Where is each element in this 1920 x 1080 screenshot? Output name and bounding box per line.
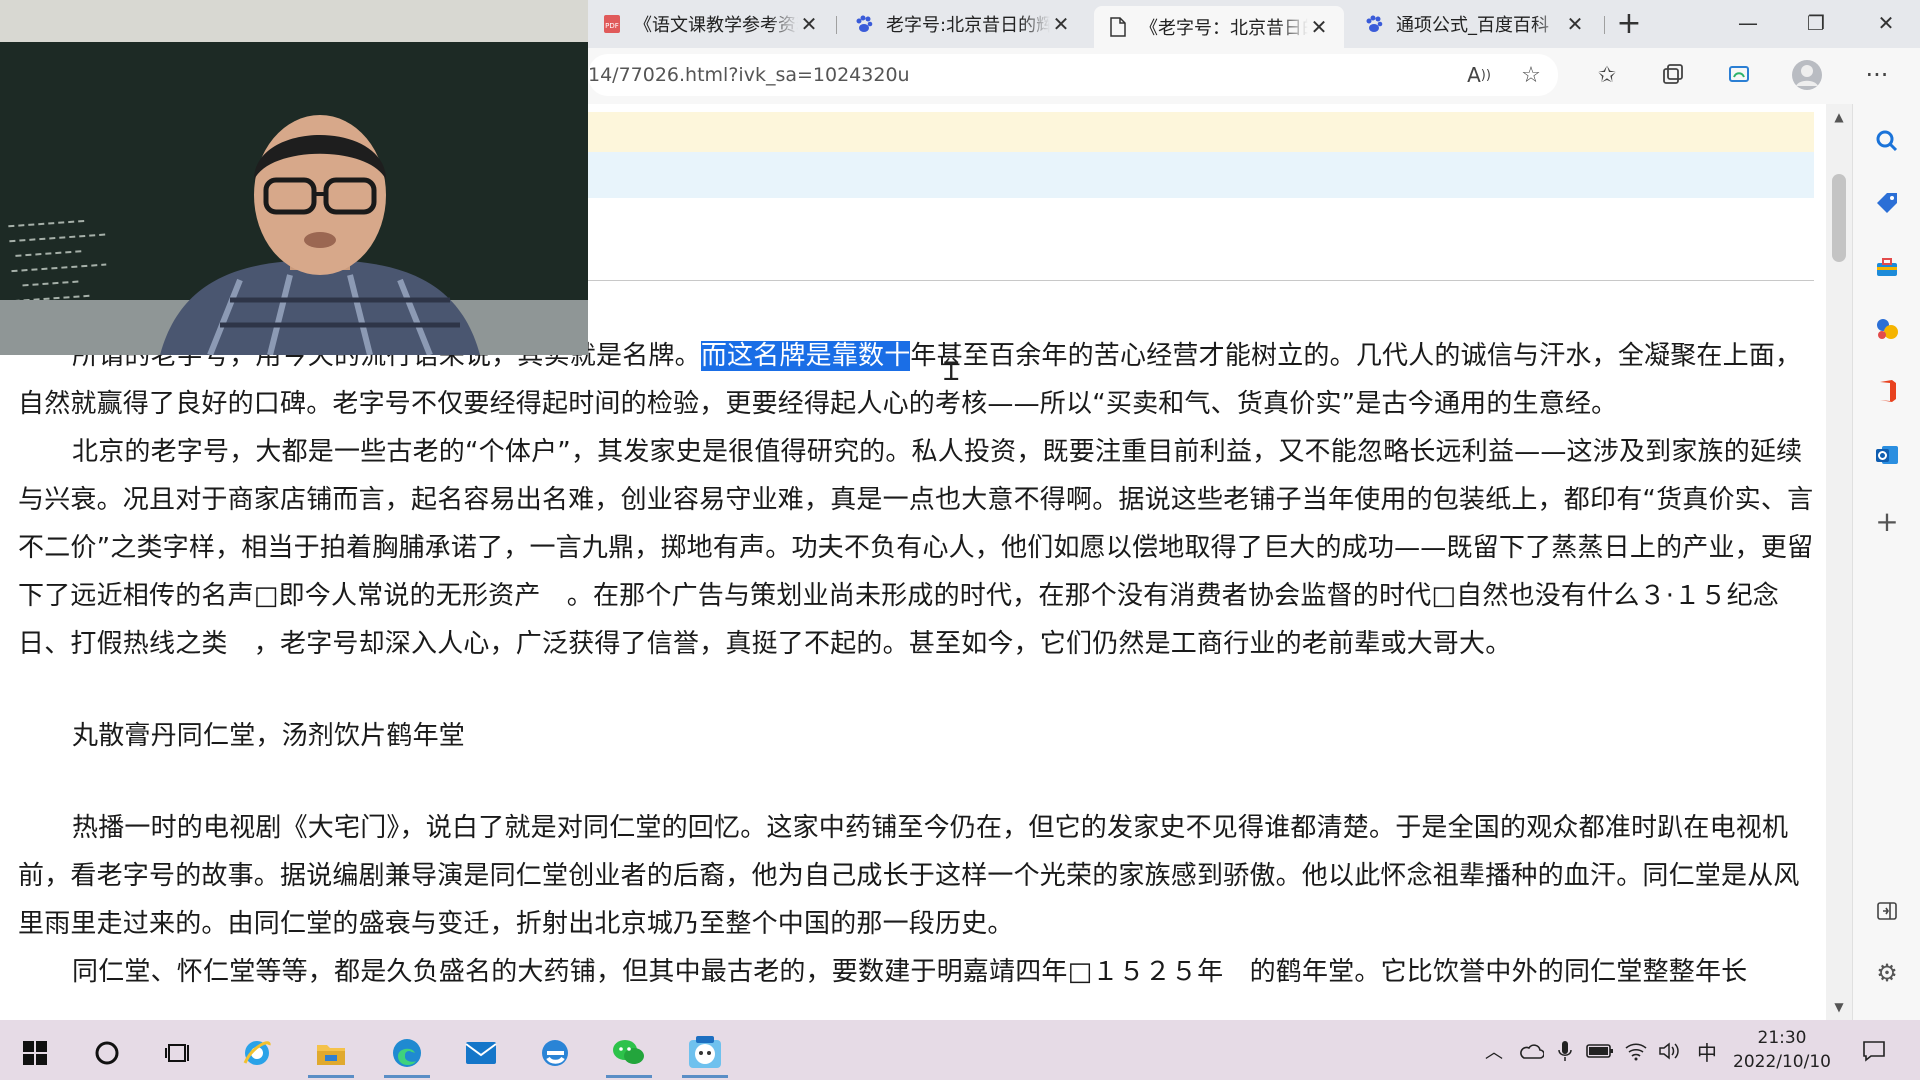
wifi-icon[interactable] xyxy=(1622,1038,1650,1064)
edge-legacy-icon[interactable] xyxy=(526,1028,584,1078)
scroll-up-arrow-icon[interactable]: ▲ xyxy=(1826,110,1852,124)
section-heading: 丸散膏丹同仁堂，汤剂饮片鹤年堂 xyxy=(72,721,466,751)
start-button[interactable] xyxy=(6,1028,64,1078)
address-bar[interactable]: 14/77026.html?ivk_sa=1024320u A)) ☆ xyxy=(588,54,1558,96)
search-icon[interactable] xyxy=(1870,124,1904,158)
page-icon xyxy=(1108,17,1128,37)
settings-gear-icon[interactable]: ⚙ xyxy=(1870,956,1904,990)
task-view-icon[interactable] xyxy=(150,1028,208,1078)
read-aloud-icon[interactable]: A)) xyxy=(1462,58,1496,92)
svg-text:PDF: PDF xyxy=(605,22,619,30)
tab-pdf[interactable]: PDF 《语文课教学参考资料》 ✕ xyxy=(588,6,834,42)
tab-baidu-1[interactable]: 老字号:北京昔日的辉煌 ✕ xyxy=(840,6,1086,42)
baidu-paw-icon xyxy=(854,14,874,34)
tab-title: 《语文课教学参考资料》 xyxy=(634,15,798,36)
tab-title: 老字号:北京昔日的辉煌 xyxy=(886,15,1050,36)
webcam-overlay xyxy=(0,0,588,355)
close-window-button[interactable]: ✕ xyxy=(1856,6,1916,40)
scroll-down-arrow-icon[interactable]: ▼ xyxy=(1826,1000,1852,1014)
tray-chevron-up-icon[interactable]: ︿ xyxy=(1482,1038,1506,1064)
tab-title: 《老字号：北京昔日的辉煌》 xyxy=(1140,18,1308,39)
favorites-icon[interactable]: ✩ xyxy=(1590,58,1624,92)
onedrive-cloud-icon[interactable] xyxy=(1516,1038,1546,1064)
tab-title: 通项公式_百度百科 xyxy=(1396,15,1549,36)
vertical-scrollbar[interactable]: ▲ ▼ xyxy=(1826,104,1852,1020)
clock-date: 2022/10/10 xyxy=(1733,1052,1831,1072)
tab-active[interactable]: 《老字号：北京昔日的辉煌》 ✕ xyxy=(1094,6,1344,48)
notification-center-icon[interactable] xyxy=(1856,1038,1892,1064)
clock-time: 21:30 xyxy=(1757,1028,1807,1048)
ie-browser-icon[interactable] xyxy=(228,1028,286,1078)
collections-icon[interactable] xyxy=(1656,58,1690,92)
paragraph-2: 北京的老字号，大都是一些古老的“个体户”，其发家史是很值得研究的。私人投资，既要… xyxy=(18,437,1814,659)
close-icon[interactable]: ✕ xyxy=(1308,15,1330,39)
tools-icon[interactable] xyxy=(1870,250,1904,284)
system-clock[interactable]: 21:30 2022/10/10 xyxy=(1722,1026,1842,1074)
tab-separator xyxy=(836,16,837,34)
microphone-icon[interactable] xyxy=(1552,1038,1578,1064)
battery-icon[interactable] xyxy=(1584,1038,1616,1064)
add-sidebar-app-icon[interactable]: + xyxy=(1870,504,1904,538)
text-cursor-icon: Ɪ xyxy=(944,357,959,387)
close-icon[interactable]: ✕ xyxy=(1564,12,1586,36)
restore-button[interactable]: ❐ xyxy=(1786,6,1846,40)
more-menu-icon[interactable]: ··· xyxy=(1860,58,1894,92)
divider xyxy=(588,280,1814,281)
shopping-tag-icon[interactable] xyxy=(1870,186,1904,220)
edge-sync-icon[interactable] xyxy=(1722,58,1756,92)
games-icon[interactable] xyxy=(1870,312,1904,346)
search-circle-icon[interactable] xyxy=(78,1028,136,1078)
outlook-icon[interactable] xyxy=(1870,438,1904,472)
selected-text[interactable]: 而这名牌是靠数十 xyxy=(700,341,911,371)
tab-separator xyxy=(1604,16,1605,34)
profile-avatar-icon[interactable] xyxy=(1790,58,1824,92)
pdf-icon: PDF xyxy=(602,14,622,34)
scrollbar-thumb[interactable] xyxy=(1832,174,1846,262)
paragraph-3: 热播一时的电视剧《大宅门》，说白了就是对同仁堂的回忆。这家中药铺至今仍在，但它的… xyxy=(18,813,1800,939)
close-icon[interactable]: ✕ xyxy=(798,12,820,36)
tab-baidu-2[interactable]: 通项公式_百度百科 ✕ xyxy=(1350,6,1600,42)
article-body[interactable]: 所谓的老字号，用今天的流行语来说，其实就是名牌。而这名牌是靠数十年甚至百余年的苦… xyxy=(18,332,1818,996)
taskbar: ︿ 中 21:30 2022/10/10 xyxy=(0,1020,1920,1080)
minimize-button[interactable]: — xyxy=(1718,6,1778,40)
edge-browser-icon[interactable] xyxy=(378,1028,436,1078)
presenter-figure xyxy=(160,115,480,355)
paragraph-4: 同仁堂、怀仁堂等等，都是久负盛名的大药铺，但其中最古老的，要数建于明嘉靖四年□１… xyxy=(72,957,1748,987)
ime-indicator[interactable]: 中 xyxy=(1692,1038,1722,1065)
add-favorite-icon[interactable]: ☆ xyxy=(1514,58,1548,92)
address-text: 14/77026.html?ivk_sa=1024320u xyxy=(588,64,910,86)
file-explorer-icon[interactable] xyxy=(302,1028,360,1078)
highlight-band xyxy=(588,152,1814,198)
new-tab-button[interactable]: + xyxy=(1612,8,1646,42)
live-streaming-app-icon[interactable] xyxy=(676,1028,734,1078)
baidu-paw-icon xyxy=(1364,14,1384,34)
close-icon[interactable]: ✕ xyxy=(1050,12,1072,36)
volume-icon[interactable] xyxy=(1656,1038,1684,1064)
office-icon[interactable] xyxy=(1870,374,1904,408)
edge-sidebar: + ⚙ xyxy=(1852,104,1920,1020)
webcam-ceiling xyxy=(0,0,588,42)
hide-sidebar-icon[interactable] xyxy=(1870,894,1904,928)
wechat-icon[interactable] xyxy=(600,1028,658,1078)
highlight-band xyxy=(588,112,1814,152)
mail-icon[interactable] xyxy=(452,1028,510,1078)
